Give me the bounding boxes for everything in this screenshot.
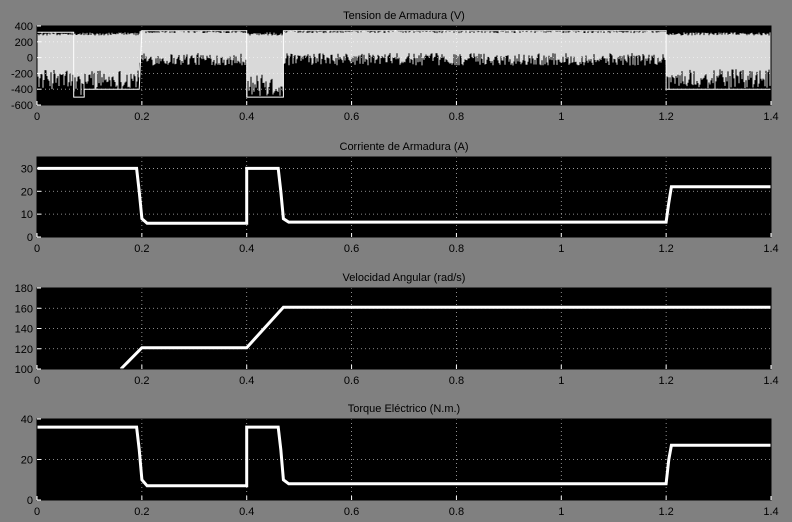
x-tick-label: 0.6 (344, 506, 359, 518)
y-tick-label: 140 (15, 324, 33, 336)
x-tick-label: 1.2 (658, 111, 673, 123)
y-tick-label: 100 (15, 364, 33, 376)
y-tick-label: 0 (27, 495, 33, 507)
x-tick-label: 1 (558, 506, 564, 518)
x-tick-label: 1.4 (763, 111, 778, 123)
x-tick-label: 0.6 (344, 111, 359, 123)
y-tick-label: 0 (27, 232, 33, 244)
subplot-4: 0 0.2 0.4 0.6 0.8 1 1.2 1.4 0 20 40 Torque Eléctric… (21, 403, 779, 518)
x-tick-label: 1.2 (658, 506, 673, 518)
plot-area (37, 288, 771, 369)
x-tick-label: 1 (558, 375, 564, 387)
y-tick-label: 10 (21, 209, 33, 221)
x-tick-label: 1.4 (763, 243, 778, 255)
x-tick-label: 0.6 (344, 243, 359, 255)
plot-area (37, 157, 771, 237)
x-tick-label: 0.8 (449, 375, 464, 387)
subplot-title: Tension de Armadura (V) (343, 10, 465, 22)
x-tick-label: 0.2 (134, 111, 149, 123)
y-tick-label: 400 (15, 21, 33, 33)
x-tick-label: 1.2 (658, 243, 673, 255)
x-tick-label: 1.4 (763, 375, 778, 387)
x-tick-label: 0.2 (134, 375, 149, 387)
x-tick-label: 0.4 (239, 243, 254, 255)
scope-figure: 0 0.2 0.4 0.6 0.8 1 1.2 1.4-600-400-2000200400T… (11, 10, 779, 518)
subplot-title: Velocidad Angular (rad/s) (343, 272, 466, 284)
y-tick-label: -600 (11, 100, 33, 112)
x-tick-label: 0.4 (239, 375, 254, 387)
x-tick-label: 0 (34, 375, 40, 387)
x-tick-label: 0.4 (239, 111, 254, 123)
subplot-2: 0 0.2 0.4 0.6 0.8 1 1.2 1.4 0 10 20 30 Corriente de … (21, 141, 779, 255)
x-tick-label: 1.2 (658, 375, 673, 387)
x-tick-label: 0.4 (239, 506, 254, 518)
x-tick-label: 0.2 (134, 506, 149, 518)
y-tick-label: 200 (15, 37, 33, 49)
y-tick-label: 160 (15, 303, 33, 315)
plot-area (37, 419, 771, 500)
y-tick-label: 30 (21, 163, 33, 175)
x-tick-label: 0 (34, 111, 40, 123)
subplot-3: 0 0.2 0.4 0.6 0.8 1 1.2 1.4 100 120 140 160 180 Veloc… (15, 272, 779, 387)
x-tick-label: 1.4 (763, 506, 778, 518)
y-tick-label: 40 (21, 414, 33, 426)
x-tick-label: 0.8 (449, 506, 464, 518)
subplot-title: Torque Eléctrico (N.m.) (348, 403, 460, 415)
y-tick-label: -200 (11, 68, 33, 80)
subplot-title: Corriente de Armadura (A) (340, 141, 469, 153)
x-tick-label: 0.8 (449, 243, 464, 255)
x-tick-label: 0 (34, 243, 40, 255)
x-tick-label: 1 (558, 243, 564, 255)
x-tick-label: 0.6 (344, 375, 359, 387)
x-tick-label: 1 (558, 111, 564, 123)
y-tick-label: 180 (15, 283, 33, 295)
y-tick-label: -400 (11, 84, 33, 96)
subplot-1: 0 0.2 0.4 0.6 0.8 1 1.2 1.4 -600 -400 -200 0 200 400 T… (11, 10, 779, 123)
y-tick-label: 0 (27, 53, 33, 65)
x-tick-label: 0.2 (134, 243, 149, 255)
y-tick-label: 20 (21, 186, 33, 198)
x-tick-label: 0 (34, 506, 40, 518)
y-tick-label: 20 (21, 455, 33, 467)
y-tick-label: 120 (15, 344, 33, 356)
x-tick-label: 0.8 (449, 111, 464, 123)
